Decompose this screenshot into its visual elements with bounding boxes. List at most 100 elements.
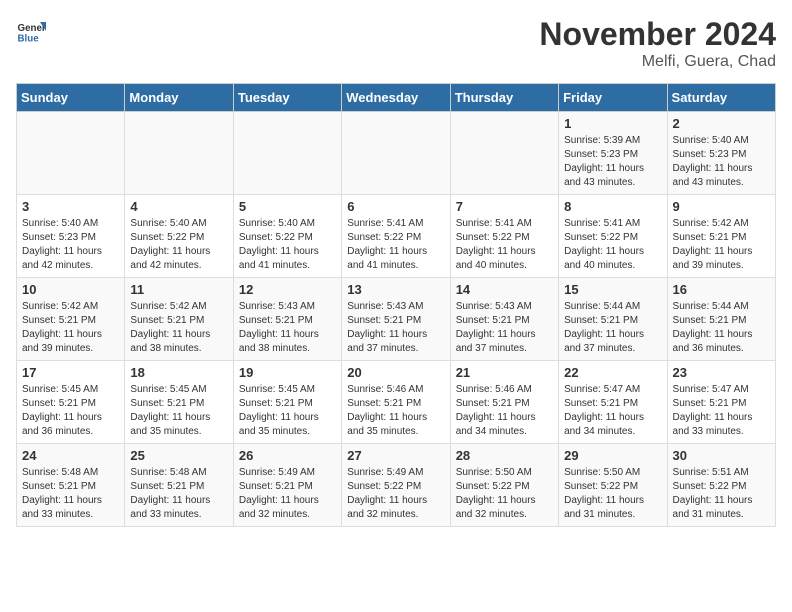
day-detail: Sunrise: 5:41 AM Sunset: 5:22 PM Dayligh…	[347, 217, 444, 273]
day-cell: 12Sunrise: 5:43 AM Sunset: 5:21 PM Dayli…	[233, 278, 341, 361]
day-cell: 27 Sunrise: 5:49 AM Sunset: 5:22 PM Dayli…	[342, 444, 450, 527]
day-detail: Sunrise: 5:40 AM Sunset: 5:23 PM Dayligh…	[673, 134, 770, 190]
day-cell: 10 Sunrise: 5:42 AM Sunset: 5:21 PM Dayli…	[17, 278, 125, 361]
day-detail: Sunrise: 5:50 AM Sunset: 5:22 PM Dayligh…	[456, 466, 553, 522]
svg-text:Blue: Blue	[18, 34, 40, 45]
week-row-3: 10 Sunrise: 5:42 AM Sunset: 5:21 PM Dayli…	[17, 278, 776, 361]
day-cell	[450, 112, 558, 195]
day-cell: 15 Sunrise: 5:44 AM Sunset: 5:21 PM Dayli…	[559, 278, 667, 361]
logo: General Blue	[16, 16, 46, 46]
day-detail: Sunrise: 5:42 AM Sunset: 5:21 PM Dayligh…	[673, 217, 770, 273]
week-row-5: 24 Sunrise: 5:48 AM Sunset: 5:21 PM Dayli…	[17, 444, 776, 527]
day-detail: Sunrise: 5:43 AM Sunset: 5:21 PM Dayligh…	[347, 300, 444, 356]
day-number: 10	[22, 282, 119, 297]
day-detail: Sunrise: 5:50 AM Sunset: 5:22 PM Dayligh…	[564, 466, 661, 522]
day-detail: Sunrise: 5:44 AM Sunset: 5:21 PM Dayligh…	[564, 300, 661, 356]
day-cell: 14Sunrise: 5:43 AM Sunset: 5:21 PM Dayli…	[450, 278, 558, 361]
column-header-monday: Monday	[125, 84, 233, 112]
day-number: 20	[347, 365, 444, 380]
day-detail: Sunrise: 5:44 AM Sunset: 5:21 PM Dayligh…	[673, 300, 770, 356]
day-number: 9	[673, 199, 770, 214]
day-detail: Sunrise: 5:46 AM Sunset: 5:21 PM Dayligh…	[347, 383, 444, 439]
day-cell: 2 Sunrise: 5:40 AM Sunset: 5:23 PM Daylig…	[667, 112, 775, 195]
day-cell: 28 Sunrise: 5:50 AM Sunset: 5:22 PM Dayli…	[450, 444, 558, 527]
day-number: 2	[673, 116, 770, 131]
day-cell: 7 Sunrise: 5:41 AM Sunset: 5:22 PM Daylig…	[450, 195, 558, 278]
day-cell: 17Sunrise: 5:45 AM Sunset: 5:21 PM Dayli…	[17, 361, 125, 444]
week-row-4: 17 Sunrise: 5:45 AM Sunset: 5:21 PM Dayli…	[17, 361, 776, 444]
day-number: 17	[22, 365, 119, 380]
day-number: 4	[130, 199, 227, 214]
day-cell	[233, 112, 341, 195]
day-number: 27	[347, 448, 444, 463]
day-detail: Sunrise: 5:42 AM Sunset: 5:21 PM Dayligh…	[22, 300, 119, 356]
column-header-tuesday: Tuesday	[233, 84, 341, 112]
day-cell: 6 Sunrise: 5:41 AM Sunset: 5:22 PM Daylig…	[342, 195, 450, 278]
day-cell: 26 Sunrise: 5:49 AM Sunset: 5:21 PM Dayli…	[233, 444, 341, 527]
day-detail: Sunrise: 5:45 AM Sunset: 5:21 PM Dayligh…	[130, 383, 227, 439]
day-number: 1	[564, 116, 661, 131]
day-detail: Sunrise: 5:40 AM Sunset: 5:22 PM Dayligh…	[130, 217, 227, 273]
day-cell	[17, 112, 125, 195]
day-number: 26	[239, 448, 336, 463]
page-header: General Blue November 2024 Melfi, Guera,…	[16, 16, 776, 71]
day-detail: Sunrise: 5:39 AM Sunset: 5:23 PM Dayligh…	[564, 134, 661, 190]
column-header-thursday: Thursday	[450, 84, 558, 112]
day-cell: 9 Sunrise: 5:42 AM Sunset: 5:21 PM Daylig…	[667, 195, 775, 278]
day-cell: 23 Sunrise: 5:47 AM Sunset: 5:21 PM Dayli…	[667, 361, 775, 444]
day-detail: Sunrise: 5:45 AM Sunset: 5:21 PM Dayligh…	[239, 383, 336, 439]
calendar-body: 1 Sunrise: 5:39 AM Sunset: 5:23 PM Daylig…	[17, 112, 776, 527]
day-cell: 11Sunrise: 5:42 AM Sunset: 5:21 PM Dayli…	[125, 278, 233, 361]
day-detail: Sunrise: 5:49 AM Sunset: 5:21 PM Dayligh…	[239, 466, 336, 522]
day-number: 5	[239, 199, 336, 214]
location-subtitle: Melfi, Guera, Chad	[539, 53, 776, 71]
day-cell: 21 Sunrise: 5:46 AM Sunset: 5:21 PM Dayli…	[450, 361, 558, 444]
title-area: November 2024 Melfi, Guera, Chad	[539, 16, 776, 71]
day-number: 18	[130, 365, 227, 380]
day-detail: Sunrise: 5:46 AM Sunset: 5:21 PM Dayligh…	[456, 383, 553, 439]
day-number: 7	[456, 199, 553, 214]
day-number: 22	[564, 365, 661, 380]
week-row-2: 3Sunrise: 5:40 AM Sunset: 5:23 PM Daylig…	[17, 195, 776, 278]
day-detail: Sunrise: 5:48 AM Sunset: 5:21 PM Dayligh…	[130, 466, 227, 522]
day-detail: Sunrise: 5:51 AM Sunset: 5:22 PM Dayligh…	[673, 466, 770, 522]
column-header-sunday: Sunday	[17, 84, 125, 112]
day-cell: 1 Sunrise: 5:39 AM Sunset: 5:23 PM Daylig…	[559, 112, 667, 195]
day-number: 6	[347, 199, 444, 214]
day-detail: Sunrise: 5:43 AM Sunset: 5:21 PM Dayligh…	[456, 300, 553, 356]
day-cell: 24Sunrise: 5:48 AM Sunset: 5:21 PM Dayli…	[17, 444, 125, 527]
day-cell: 19 Sunrise: 5:45 AM Sunset: 5:21 PM Dayli…	[233, 361, 341, 444]
day-cell: 29Sunrise: 5:50 AM Sunset: 5:22 PM Dayli…	[559, 444, 667, 527]
day-number: 23	[673, 365, 770, 380]
day-detail: Sunrise: 5:49 AM Sunset: 5:22 PM Dayligh…	[347, 466, 444, 522]
day-number: 28	[456, 448, 553, 463]
day-cell: 25 Sunrise: 5:48 AM Sunset: 5:21 PM Dayli…	[125, 444, 233, 527]
calendar-table: SundayMondayTuesdayWednesdayThursdayFrid…	[16, 83, 776, 527]
day-number: 12	[239, 282, 336, 297]
column-header-wednesday: Wednesday	[342, 84, 450, 112]
day-detail: Sunrise: 5:47 AM Sunset: 5:21 PM Dayligh…	[564, 383, 661, 439]
day-detail: Sunrise: 5:41 AM Sunset: 5:22 PM Dayligh…	[456, 217, 553, 273]
calendar-header-row: SundayMondayTuesdayWednesdayThursdayFrid…	[17, 84, 776, 112]
day-detail: Sunrise: 5:47 AM Sunset: 5:21 PM Dayligh…	[673, 383, 770, 439]
logo-icon: General Blue	[16, 16, 46, 46]
day-cell: 20 Sunrise: 5:46 AM Sunset: 5:21 PM Dayli…	[342, 361, 450, 444]
day-number: 19	[239, 365, 336, 380]
day-cell: 13Sunrise: 5:43 AM Sunset: 5:21 PM Dayli…	[342, 278, 450, 361]
day-number: 25	[130, 448, 227, 463]
column-header-saturday: Saturday	[667, 84, 775, 112]
day-cell: 8 Sunrise: 5:41 AM Sunset: 5:22 PM Daylig…	[559, 195, 667, 278]
day-number: 21	[456, 365, 553, 380]
day-number: 30	[673, 448, 770, 463]
day-cell: 4 Sunrise: 5:40 AM Sunset: 5:22 PM Daylig…	[125, 195, 233, 278]
day-cell: 30 Sunrise: 5:51 AM Sunset: 5:22 PM Dayli…	[667, 444, 775, 527]
day-detail: Sunrise: 5:42 AM Sunset: 5:21 PM Dayligh…	[130, 300, 227, 356]
day-cell: 3Sunrise: 5:40 AM Sunset: 5:23 PM Daylig…	[17, 195, 125, 278]
day-detail: Sunrise: 5:41 AM Sunset: 5:22 PM Dayligh…	[564, 217, 661, 273]
day-cell: 22 Sunrise: 5:47 AM Sunset: 5:21 PM Dayli…	[559, 361, 667, 444]
day-number: 15	[564, 282, 661, 297]
day-detail: Sunrise: 5:40 AM Sunset: 5:22 PM Dayligh…	[239, 217, 336, 273]
svg-text:General: General	[18, 23, 47, 34]
day-number: 8	[564, 199, 661, 214]
day-number: 24	[22, 448, 119, 463]
